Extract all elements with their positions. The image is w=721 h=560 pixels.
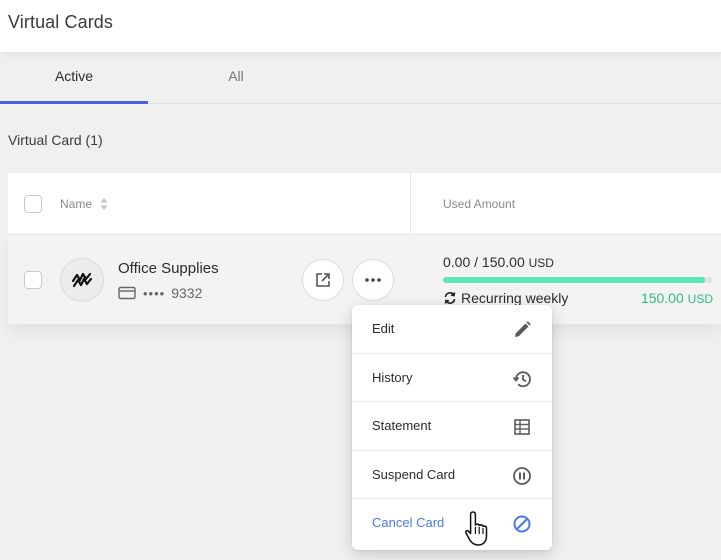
card-name: Office Supplies bbox=[118, 260, 219, 277]
menu-item-edit[interactable]: Edit bbox=[352, 305, 552, 354]
table-header: Name Used Amount bbox=[8, 173, 721, 235]
card-number: •••• 9332 bbox=[118, 285, 202, 301]
recurring-amount-value: 150.00 bbox=[640, 290, 684, 306]
menu-item-label: History bbox=[372, 369, 413, 385]
history-icon bbox=[512, 370, 531, 387]
used-amount-currency: USD bbox=[528, 256, 554, 270]
section-label: Virtual Card (1) bbox=[8, 132, 103, 148]
recurring-amount-currency: USD bbox=[687, 292, 713, 306]
usage-progress-bar bbox=[443, 277, 713, 283]
usage-progress-fill bbox=[443, 277, 705, 283]
virtual-cards-table: Name Used Amount Office Supplies •••• 93… bbox=[8, 173, 721, 324]
tab-all[interactable]: All bbox=[162, 52, 310, 104]
more-actions-button[interactable] bbox=[352, 259, 394, 301]
recurring-icon bbox=[444, 292, 456, 304]
menu-item-label: Statement bbox=[372, 418, 432, 434]
row-checkbox[interactable] bbox=[24, 271, 42, 289]
masked-digits: •••• bbox=[143, 285, 166, 301]
recurring-amount: 150.00 USD bbox=[641, 290, 713, 306]
external-link-icon bbox=[316, 273, 330, 287]
column-header-used-amount: Used Amount bbox=[443, 197, 516, 211]
menu-item-label: Suspend Card bbox=[372, 466, 456, 482]
open-card-button[interactable] bbox=[302, 259, 344, 301]
page-title: Virtual Cards bbox=[8, 12, 114, 32]
menu-item-label: Cancel Card bbox=[372, 515, 445, 531]
card-actions-menu: Edit History Statement Suspend Card Canc… bbox=[352, 305, 552, 550]
hand-cursor-icon bbox=[465, 511, 488, 546]
card-brand-icon bbox=[71, 272, 93, 288]
card-last-four: 9332 bbox=[171, 285, 203, 301]
used-amount-value: 0.00 / 150.00 bbox=[443, 254, 525, 270]
more-horizontal-icon bbox=[365, 278, 381, 282]
pencil-icon bbox=[515, 321, 531, 337]
menu-item-suspend-card[interactable]: Suspend Card bbox=[352, 451, 552, 500]
pause-circle-icon bbox=[513, 466, 531, 485]
recurring-label: Recurring weekly bbox=[461, 290, 569, 306]
menu-item-label: Edit bbox=[372, 321, 395, 336]
sort-icon[interactable] bbox=[99, 196, 109, 212]
used-amount: 0.00 / 150.00 USD bbox=[443, 254, 554, 270]
block-icon bbox=[513, 515, 531, 533]
select-all-checkbox[interactable] bbox=[24, 195, 42, 213]
table-icon bbox=[514, 419, 530, 435]
column-divider bbox=[410, 173, 411, 235]
menu-item-history[interactable]: History bbox=[352, 354, 552, 403]
menu-item-statement[interactable]: Statement bbox=[352, 402, 552, 451]
credit-card-icon bbox=[118, 286, 136, 300]
virtual-cards-page: Virtual Cards Active All Virtual Card (1… bbox=[0, 0, 721, 560]
card-logo bbox=[60, 258, 104, 302]
recurring-info: Recurring weekly bbox=[443, 290, 568, 306]
column-header-name[interactable]: Name bbox=[60, 197, 92, 211]
tab-bar: Active All bbox=[0, 52, 721, 104]
page-header: Virtual Cards bbox=[0, 0, 721, 52]
tab-active[interactable]: Active bbox=[0, 52, 148, 104]
menu-item-cancel-card[interactable]: Cancel Card bbox=[352, 499, 552, 548]
